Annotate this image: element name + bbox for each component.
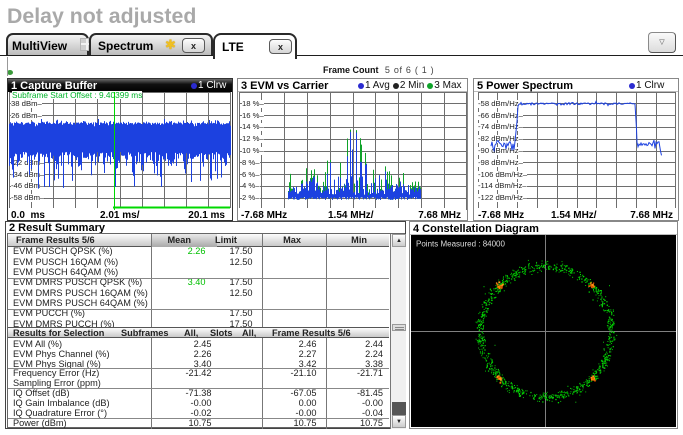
svg-text:Points Measured : 84000: Points Measured : 84000: [416, 240, 505, 249]
